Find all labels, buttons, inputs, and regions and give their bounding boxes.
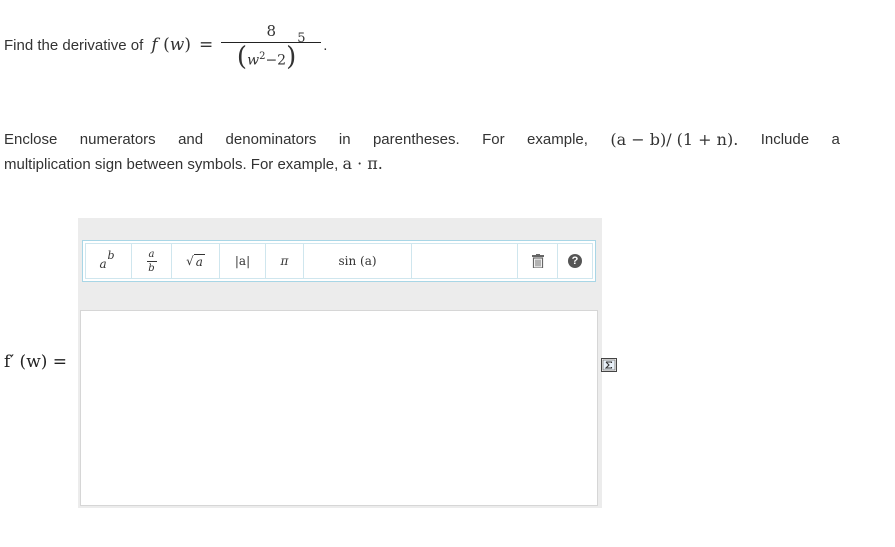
math-editor: a b a b √ a |a| π sin (a) ? — [78, 218, 602, 508]
pi-button[interactable]: π — [266, 244, 304, 278]
help-button[interactable]: ? — [558, 244, 592, 278]
sin-icon: sin (a) — [338, 254, 377, 268]
instructions-line1: Enclose numerators and denominators in p… — [4, 128, 840, 152]
fraction-icon-denominator: b — [148, 262, 155, 274]
instructions-text: multiplication sign between symbols. For… — [4, 156, 343, 173]
sqrt-icon: √ a — [186, 253, 205, 269]
instructions: Enclose numerators and denominators in p… — [4, 128, 840, 177]
instructions-line2: multiplication sign between symbols. For… — [4, 152, 840, 177]
outer-exponent: 5 — [297, 30, 306, 46]
question-fraction: 8 ( w2−2 ) 5 — [221, 21, 322, 72]
toolbar-row: a b a b √ a |a| π sin (a) ? — [85, 243, 593, 279]
power-base: a — [99, 257, 107, 271]
fraction-numerator: 8 — [266, 21, 276, 40]
word: and — [178, 131, 204, 148]
word: example, — [527, 131, 588, 148]
answer-input[interactable] — [80, 310, 598, 506]
power-button[interactable]: a b — [86, 244, 132, 278]
answer-label: f′ (w) = — [4, 352, 68, 372]
function-name: f — [151, 35, 158, 55]
sqrt-button[interactable]: √ a — [172, 244, 220, 278]
example-multiplication: a · π. — [342, 154, 383, 173]
question-function: f (w) — [151, 35, 191, 55]
sqrt-argument: a — [193, 253, 205, 269]
power-icon: a b — [99, 249, 119, 271]
fraction-icon: a b — [146, 248, 157, 274]
fraction-denominator: ( w2−2 ) 5 — [236, 31, 306, 72]
toolbar-spacer — [412, 244, 518, 278]
question: Find the derivative of f (w) = 8 ( w2−2 … — [4, 21, 328, 72]
word: numerators — [79, 131, 156, 148]
absolute-value-button[interactable]: |a| — [220, 244, 266, 278]
power-exponent: b — [107, 249, 115, 262]
base-variable: w — [247, 52, 260, 69]
word: denominators — [225, 131, 317, 148]
function-variable: w — [169, 35, 185, 55]
abs-icon: |a| — [234, 254, 251, 268]
word: a — [831, 131, 840, 148]
base-minus: −2 — [265, 52, 287, 69]
right-paren: ) — [286, 41, 297, 72]
left-paren: ( — [236, 41, 248, 72]
question-equals: = — [198, 35, 214, 55]
fraction-icon-numerator: a — [148, 248, 155, 260]
sin-button[interactable]: sin (a) — [304, 244, 412, 278]
page: Find the derivative of f (w) = 8 ( w2−2 … — [0, 0, 895, 547]
question-prefix: Find the derivative of — [4, 36, 148, 54]
clear-button[interactable] — [518, 244, 558, 278]
denominator-base: w2−2 — [247, 51, 286, 69]
math-toolbar: a b a b √ a |a| π sin (a) ? — [82, 240, 596, 282]
word: Include — [760, 131, 810, 148]
formula-icon[interactable] — [601, 358, 617, 372]
example-fraction: (a − b)/ (1 + n). — [610, 130, 739, 149]
fraction-icon-bar — [146, 260, 157, 262]
word: in — [338, 131, 351, 148]
pi-icon: π — [280, 254, 289, 268]
word: Enclose — [4, 131, 58, 148]
word: For — [482, 131, 505, 148]
trash-icon — [531, 254, 544, 268]
help-icon: ? — [568, 254, 582, 268]
question-period: . — [323, 36, 328, 54]
fraction-button[interactable]: a b — [132, 244, 172, 278]
word: parentheses. — [372, 131, 460, 148]
